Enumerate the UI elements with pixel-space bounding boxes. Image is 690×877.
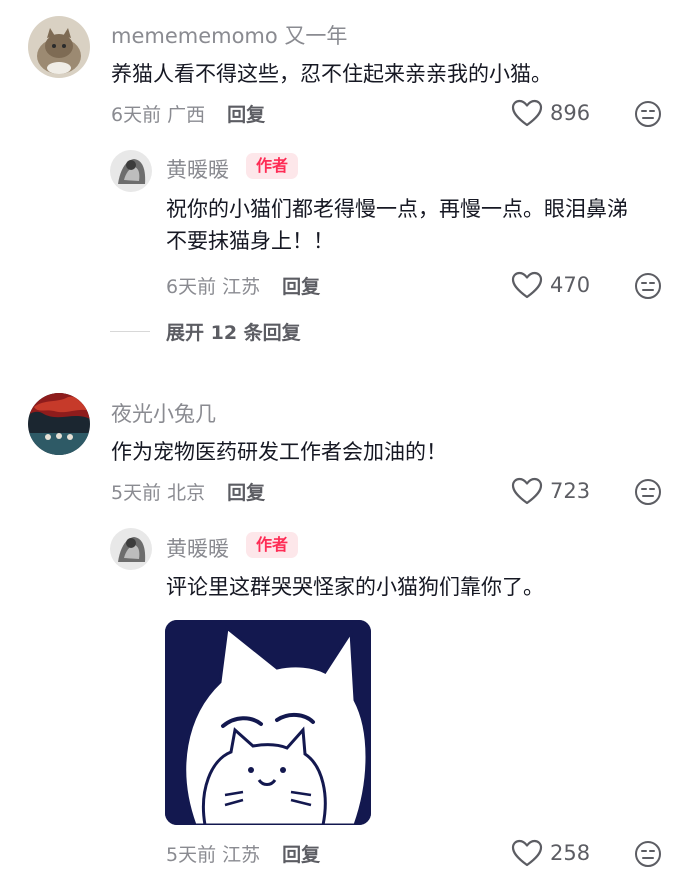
like-count: 896 <box>550 101 591 125</box>
username[interactable]: 黄暖暖 <box>166 154 229 184</box>
reply-button[interactable]: 回复 <box>227 482 265 504</box>
dislike-icon[interactable] <box>634 478 662 506</box>
dislike-icon[interactable] <box>634 100 662 128</box>
comment-text: 作为宠物医药研发工作者会加油的！ <box>111 440 447 464</box>
username[interactable]: 黄暖暖 <box>166 533 229 563</box>
timestamp-location: 5天前 北京 <box>111 482 206 504</box>
timestamp-location: 6天前 广西 <box>111 104 206 126</box>
expand-replies-label: 展开 12 条回复 <box>166 322 301 344</box>
comment-meta: 6天前 江苏 回复 <box>166 272 320 299</box>
heart-icon <box>511 839 543 867</box>
comment-text: 评论里这群哭哭怪家的小猫狗们靠你了。 <box>166 575 544 599</box>
heart-icon <box>511 271 543 299</box>
author-badge: 作者 <box>246 532 299 558</box>
comment-text: 祝你的小猫们都老得慢一点，再慢一点。眼泪鼻涕不要抹猫身上！！ <box>166 197 628 253</box>
avatar-author[interactable] <box>110 528 152 570</box>
avatar-user[interactable] <box>28 393 90 455</box>
like-count: 470 <box>550 273 591 297</box>
like-button[interactable]: 470 <box>510 270 590 300</box>
reply-button[interactable]: 回复 <box>282 276 320 298</box>
like-button[interactable]: 258 <box>510 838 590 868</box>
username[interactable]: memememomo 又一年 <box>111 20 347 50</box>
dislike-icon[interactable] <box>634 272 662 300</box>
like-button[interactable]: 723 <box>510 476 590 506</box>
dislike-icon[interactable] <box>634 840 662 868</box>
expand-replies-button[interactable]: 展开 12 条回复 <box>110 318 301 345</box>
heart-icon <box>511 99 543 127</box>
author-badge: 作者 <box>246 153 299 179</box>
cat-sticker-image[interactable] <box>165 620 371 825</box>
comment-text: 养猫人看不得这些，忍不住起来亲亲我的小猫。 <box>111 62 552 86</box>
comment-meta: 6天前 广西 回复 <box>111 100 265 127</box>
like-count: 723 <box>550 479 591 503</box>
avatar-author[interactable] <box>110 150 152 192</box>
comment-meta: 5天前 江苏 回复 <box>166 840 320 867</box>
username[interactable]: 夜光小兔几 <box>111 398 216 428</box>
timestamp-location: 5天前 江苏 <box>166 844 261 866</box>
like-button[interactable]: 896 <box>510 98 590 128</box>
reply-button[interactable]: 回复 <box>227 104 265 126</box>
divider <box>110 331 150 332</box>
timestamp-location: 6天前 江苏 <box>166 276 261 298</box>
like-count: 258 <box>550 841 591 865</box>
reply-button[interactable]: 回复 <box>282 844 320 866</box>
comment-meta: 5天前 北京 回复 <box>111 478 265 505</box>
avatar-cat[interactable] <box>28 16 90 78</box>
heart-icon <box>511 477 543 505</box>
